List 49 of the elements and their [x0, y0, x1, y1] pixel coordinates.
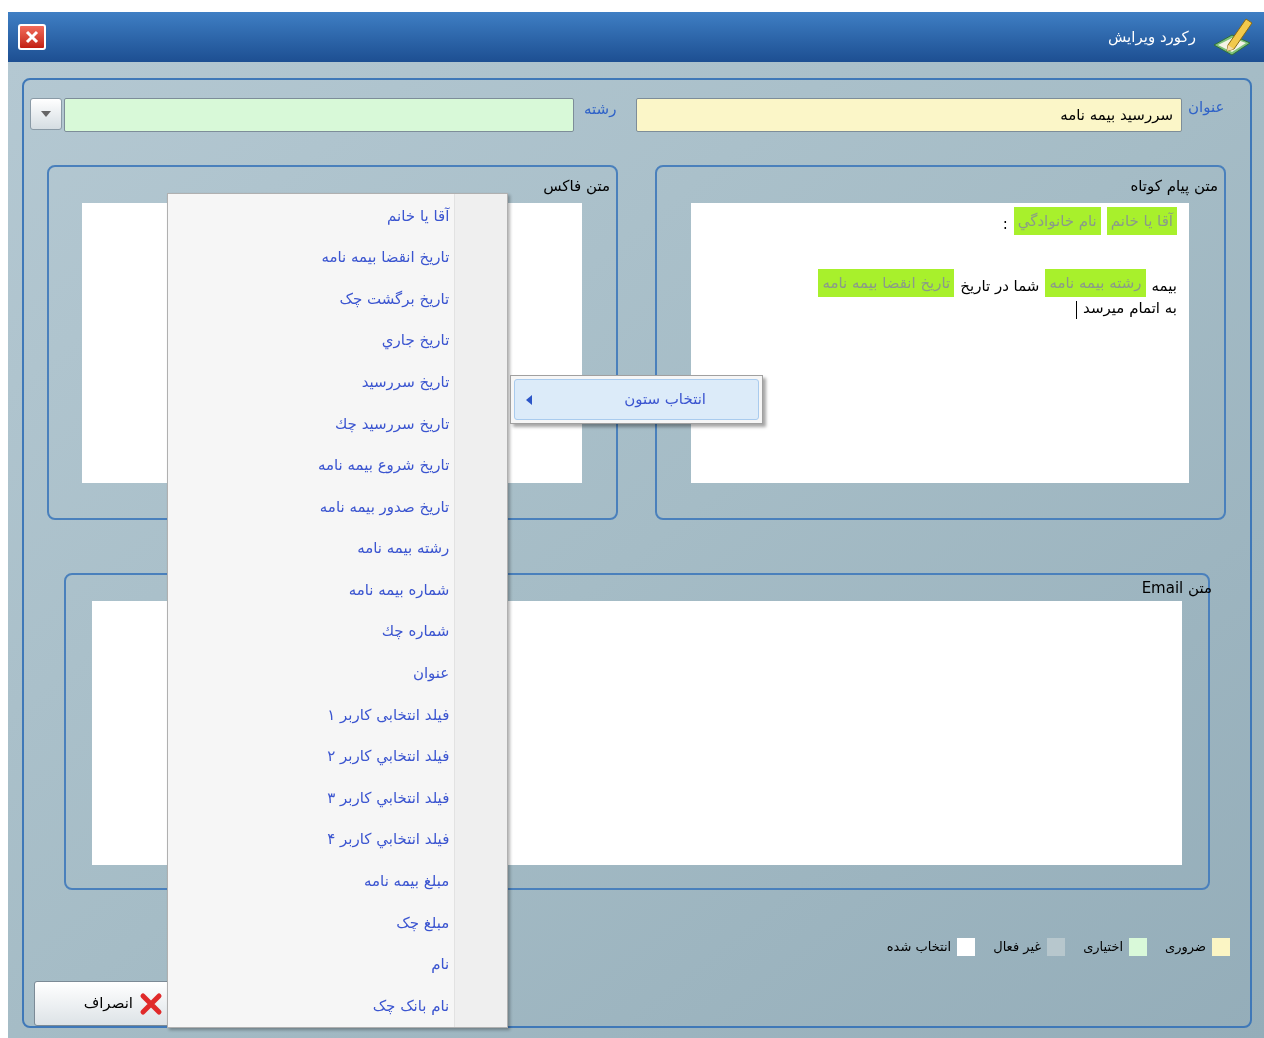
message-text: به اتمام میرسد — [1083, 298, 1177, 319]
legend-label: غیر فعال — [993, 937, 1042, 956]
menu-item[interactable]: آقا يا خانم — [168, 195, 455, 237]
group-label: متن Email — [1141, 578, 1212, 599]
group-label: متن پیام کوتاه — [1130, 176, 1218, 198]
menu-item[interactable]: نام — [168, 943, 455, 986]
menu-item[interactable]: مبلغ بيمه نامه — [168, 860, 455, 903]
caret-icon — [40, 110, 52, 118]
menu-item[interactable]: فیلد انتخابی کاربر ۱ — [168, 694, 455, 736]
message-text: بیمه — [1151, 276, 1177, 297]
cancel-button[interactable]: انصراف — [34, 981, 170, 1026]
menu-item[interactable]: مبلغ چک — [168, 902, 455, 944]
field-tag: آقا یا خانم — [1106, 207, 1177, 235]
menu-item[interactable]: شماره چك — [168, 610, 455, 653]
menu-item[interactable]: رشته بيمه نامه — [168, 527, 455, 570]
menu-item[interactable]: تاريخ صدور بيمه نامه — [168, 486, 455, 528]
text-cursor — [1076, 301, 1078, 319]
legend-label: اختیاری — [1083, 937, 1124, 956]
close-icon — [139, 991, 163, 1016]
message-text: شما در تاریخ — [960, 276, 1040, 297]
close-icon — [24, 29, 40, 45]
menu-item[interactable]: تاريخ جاري — [168, 319, 455, 362]
menu-item[interactable]: فيلد انتخابي كاربر ۳ — [168, 777, 455, 819]
menu-item[interactable]: نام بانک چک — [168, 985, 455, 1027]
dropdown-button[interactable] — [30, 98, 62, 130]
menu-item[interactable]: تاريخ سررسيد — [168, 361, 455, 403]
menu-item[interactable]: عنوان — [168, 652, 455, 695]
arrow-left-icon — [525, 394, 533, 405]
menu-item[interactable]: تاريخ سررسيد چك — [168, 402, 455, 445]
menu-item[interactable]: تاريخ شروع بيمه نامه — [168, 444, 455, 487]
menu-item[interactable]: تاريخ برگشت چک — [168, 278, 455, 320]
group-label: متن فاکس — [543, 176, 610, 197]
menu-item[interactable]: فيلد انتخابي كاربر ۴ — [168, 818, 455, 861]
field-label: رشته — [584, 99, 618, 120]
close-button[interactable] — [18, 24, 46, 50]
window-title: رکورد ویرایش — [1108, 26, 1196, 48]
field-tag: رشته بیمه نامه — [1045, 269, 1146, 297]
menu-item[interactable]: تاريخ انقضا بيمه نامه — [168, 236, 455, 279]
menu-item[interactable]: شماره بيمه نامه — [168, 569, 455, 611]
field-label: عنوان — [1188, 97, 1225, 118]
field-tag: نام خانوادگي — [1013, 207, 1101, 235]
field-tag: تاریخ انقضا بیمه نامه — [818, 269, 955, 297]
message-text: : — [1002, 214, 1008, 235]
dropdown-field[interactable] — [64, 98, 574, 132]
menu-item[interactable]: فيلد انتخابي كاربر ۲ — [168, 735, 455, 778]
submenu-item[interactable]: انتخاب ستون — [514, 379, 759, 420]
legend-label: انتخاب شده — [886, 937, 952, 956]
title-field[interactable]: سررسید بیمه نامه — [636, 98, 1182, 132]
legend-label: ضروری — [1165, 937, 1206, 957]
